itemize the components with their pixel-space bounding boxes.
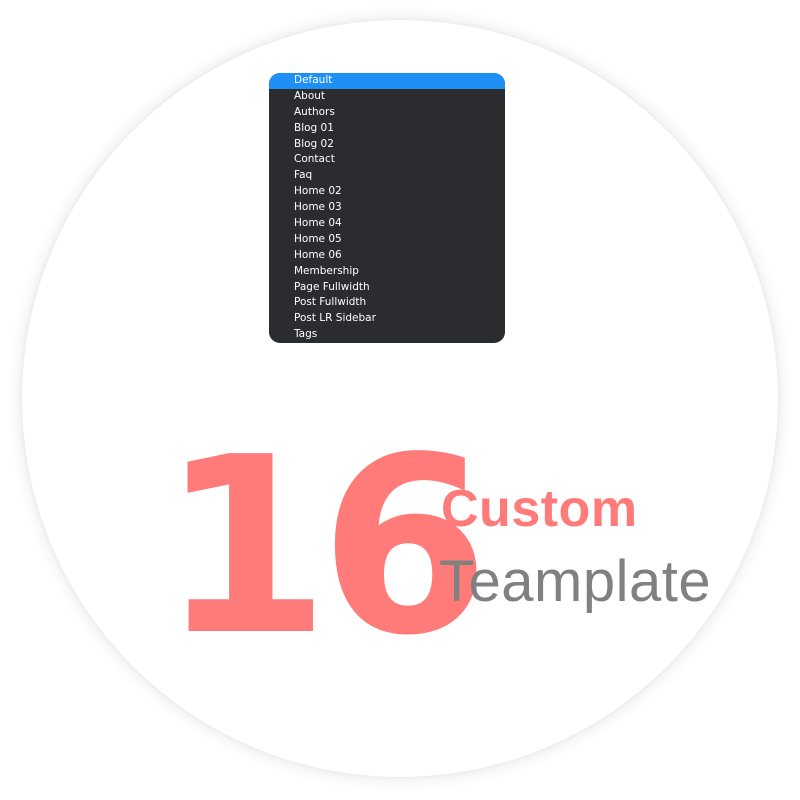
- dropdown-option[interactable]: About: [269, 89, 505, 105]
- dropdown-option[interactable]: Faq: [269, 168, 505, 184]
- dropdown-option[interactable]: Home 04: [269, 216, 505, 232]
- dropdown-option[interactable]: Default: [269, 73, 505, 89]
- promo-canvas: Default About Authors Blog 01 Blog 02 Co…: [0, 0, 800, 800]
- dropdown-option[interactable]: Home 06: [269, 248, 505, 264]
- dropdown-option[interactable]: Home 02: [269, 184, 505, 200]
- dropdown-option[interactable]: Home 05: [269, 232, 505, 248]
- dropdown-option[interactable]: Blog 02: [269, 137, 505, 153]
- dropdown-option[interactable]: Post LR Sidebar: [269, 311, 505, 327]
- dropdown-option[interactable]: Post Fullwidth: [269, 295, 505, 311]
- dropdown-option[interactable]: Blog 01: [269, 121, 505, 137]
- dropdown-option[interactable]: Tags: [269, 327, 505, 343]
- dropdown-option[interactable]: Contact: [269, 152, 505, 168]
- template-dropdown-list[interactable]: Default About Authors Blog 01 Blog 02 Co…: [269, 73, 505, 343]
- headline-word-custom: Custom: [441, 480, 638, 538]
- headline-word-template: Teamplate: [439, 549, 712, 614]
- dropdown-option[interactable]: Home 03: [269, 200, 505, 216]
- template-count: 16: [160, 405, 490, 689]
- dropdown-option[interactable]: Page Fullwidth: [269, 280, 505, 296]
- dropdown-option[interactable]: Authors: [269, 105, 505, 121]
- dropdown-option[interactable]: Membership: [269, 264, 505, 280]
